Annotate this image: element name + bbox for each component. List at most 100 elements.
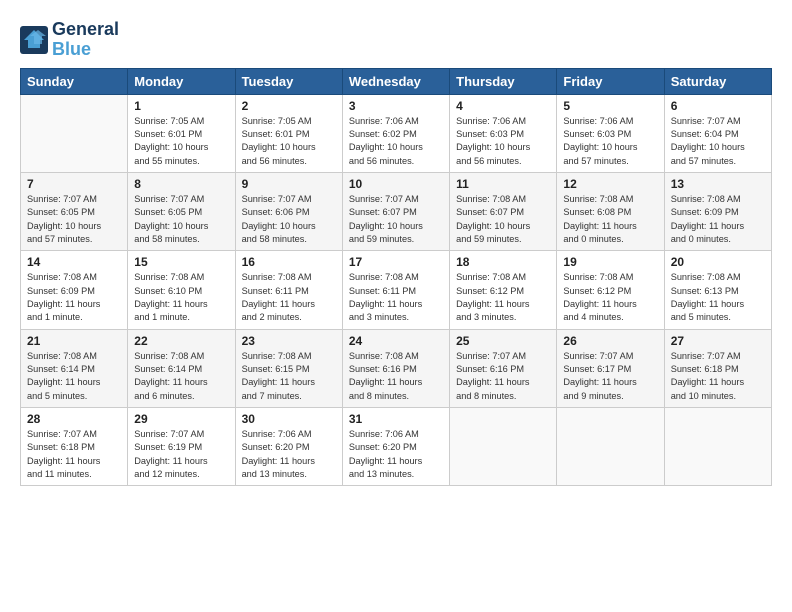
day-number: 22 [134, 334, 228, 348]
day-info: Sunrise: 7:06 AM Sunset: 6:20 PM Dayligh… [349, 428, 443, 481]
day-number: 4 [456, 99, 550, 113]
header: General Blue [20, 20, 772, 60]
day-number: 14 [27, 255, 121, 269]
day-number: 26 [563, 334, 657, 348]
day-info: Sunrise: 7:08 AM Sunset: 6:12 PM Dayligh… [563, 271, 657, 324]
day-number: 17 [349, 255, 443, 269]
day-cell: 10 Sunrise: 7:07 AM Sunset: 6:07 PM Dayli… [342, 172, 449, 250]
day-cell: 21Sunrise: 7:08 AM Sunset: 6:14 PM Dayli… [21, 329, 128, 407]
day-number: 29 [134, 412, 228, 426]
day-number: 27 [671, 334, 765, 348]
day-cell [21, 94, 128, 172]
day-info: Sunrise: 7:06 AM Sunset: 6:03 PM Dayligh… [456, 115, 550, 168]
day-cell: 17 Sunrise: 7:08 AM Sunset: 6:11 PM Dayli… [342, 251, 449, 329]
day-info: Sunrise: 7:08 AM Sunset: 6:08 PM Dayligh… [563, 193, 657, 246]
day-cell: 16 Sunrise: 7:08 AM Sunset: 6:11 PM Dayli… [235, 251, 342, 329]
day-cell: 4 Sunrise: 7:06 AM Sunset: 6:03 PM Daylig… [450, 94, 557, 172]
day-number: 31 [349, 412, 443, 426]
day-cell: 26 Sunrise: 7:07 AM Sunset: 6:17 PM Dayli… [557, 329, 664, 407]
day-info: Sunrise: 7:08 AM Sunset: 6:07 PM Dayligh… [456, 193, 550, 246]
day-cell: 31 Sunrise: 7:06 AM Sunset: 6:20 PM Dayli… [342, 408, 449, 486]
day-info: Sunrise: 7:08 AM Sunset: 6:16 PM Dayligh… [349, 350, 443, 403]
day-cell: 12 Sunrise: 7:08 AM Sunset: 6:08 PM Dayli… [557, 172, 664, 250]
day-info: Sunrise: 7:07 AM Sunset: 6:06 PM Dayligh… [242, 193, 336, 246]
day-cell: 7 Sunrise: 7:07 AM Sunset: 6:05 PM Daylig… [21, 172, 128, 250]
calendar-table: SundayMondayTuesdayWednesdayThursdayFrid… [20, 68, 772, 487]
day-cell: 15 Sunrise: 7:08 AM Sunset: 6:10 PM Dayli… [128, 251, 235, 329]
logo-text: General Blue [52, 20, 119, 60]
day-info: Sunrise: 7:06 AM Sunset: 6:20 PM Dayligh… [242, 428, 336, 481]
day-info: Sunrise: 7:08 AM Sunset: 6:13 PM Dayligh… [671, 271, 765, 324]
day-cell [664, 408, 771, 486]
day-number: 18 [456, 255, 550, 269]
weekday-header-wednesday: Wednesday [342, 68, 449, 94]
day-cell: 6 Sunrise: 7:07 AM Sunset: 6:04 PM Daylig… [664, 94, 771, 172]
day-number: 5 [563, 99, 657, 113]
day-info: Sunrise: 7:07 AM Sunset: 6:19 PM Dayligh… [134, 428, 228, 481]
day-info: Sunrise: 7:07 AM Sunset: 6:05 PM Dayligh… [134, 193, 228, 246]
day-number: 16 [242, 255, 336, 269]
week-row-2: 7 Sunrise: 7:07 AM Sunset: 6:05 PM Daylig… [21, 172, 772, 250]
weekday-header-sunday: Sunday [21, 68, 128, 94]
day-number: 23 [242, 334, 336, 348]
day-cell: 22 Sunrise: 7:08 AM Sunset: 6:14 PM Dayli… [128, 329, 235, 407]
day-cell: 28 Sunrise: 7:07 AM Sunset: 6:18 PM Dayli… [21, 408, 128, 486]
day-info: Sunrise: 7:06 AM Sunset: 6:03 PM Dayligh… [563, 115, 657, 168]
day-cell: 24 Sunrise: 7:08 AM Sunset: 6:16 PM Dayli… [342, 329, 449, 407]
day-cell [450, 408, 557, 486]
day-info: Sunrise: 7:07 AM Sunset: 6:07 PM Dayligh… [349, 193, 443, 246]
day-number: 25 [456, 334, 550, 348]
week-row-3: 14 Sunrise: 7:08 AM Sunset: 6:09 PM Dayli… [21, 251, 772, 329]
day-cell: 23 Sunrise: 7:08 AM Sunset: 6:15 PM Dayli… [235, 329, 342, 407]
day-cell: 19Sunrise: 7:08 AM Sunset: 6:12 PM Dayli… [557, 251, 664, 329]
day-info: Sunrise: 7:08 AM Sunset: 6:09 PM Dayligh… [671, 193, 765, 246]
day-number: 8 [134, 177, 228, 191]
weekday-header-saturday: Saturday [664, 68, 771, 94]
day-info: Sunrise: 7:06 AM Sunset: 6:02 PM Dayligh… [349, 115, 443, 168]
day-info: Sunrise: 7:07 AM Sunset: 6:16 PM Dayligh… [456, 350, 550, 403]
logo-icon [20, 26, 48, 54]
day-cell: 1Sunrise: 7:05 AM Sunset: 6:01 PM Daylig… [128, 94, 235, 172]
day-number: 21 [27, 334, 121, 348]
day-cell [557, 408, 664, 486]
weekday-header-tuesday: Tuesday [235, 68, 342, 94]
day-cell: 25 Sunrise: 7:07 AM Sunset: 6:16 PM Dayli… [450, 329, 557, 407]
day-number: 15 [134, 255, 228, 269]
day-info: Sunrise: 7:08 AM Sunset: 6:14 PM Dayligh… [134, 350, 228, 403]
day-cell: 29 Sunrise: 7:07 AM Sunset: 6:19 PM Dayli… [128, 408, 235, 486]
day-info: Sunrise: 7:08 AM Sunset: 6:12 PM Dayligh… [456, 271, 550, 324]
weekday-header-monday: Monday [128, 68, 235, 94]
day-info: Sunrise: 7:08 AM Sunset: 6:09 PM Dayligh… [27, 271, 121, 324]
day-cell: 20 Sunrise: 7:08 AM Sunset: 6:13 PM Dayli… [664, 251, 771, 329]
day-number: 7 [27, 177, 121, 191]
day-number: 10 [349, 177, 443, 191]
day-info: Sunrise: 7:07 AM Sunset: 6:17 PM Dayligh… [563, 350, 657, 403]
day-cell: 14 Sunrise: 7:08 AM Sunset: 6:09 PM Dayli… [21, 251, 128, 329]
day-info: Sunrise: 7:07 AM Sunset: 6:18 PM Dayligh… [671, 350, 765, 403]
day-number: 3 [349, 99, 443, 113]
day-cell: 13 Sunrise: 7:08 AM Sunset: 6:09 PM Dayli… [664, 172, 771, 250]
day-number: 24 [349, 334, 443, 348]
day-cell: 3 Sunrise: 7:06 AM Sunset: 6:02 PM Daylig… [342, 94, 449, 172]
day-number: 28 [27, 412, 121, 426]
week-row-1: 1Sunrise: 7:05 AM Sunset: 6:01 PM Daylig… [21, 94, 772, 172]
day-info: Sunrise: 7:07 AM Sunset: 6:18 PM Dayligh… [27, 428, 121, 481]
day-number: 12 [563, 177, 657, 191]
weekday-header-friday: Friday [557, 68, 664, 94]
day-cell: 2Sunrise: 7:05 AM Sunset: 6:01 PM Daylig… [235, 94, 342, 172]
day-cell: 11Sunrise: 7:08 AM Sunset: 6:07 PM Dayli… [450, 172, 557, 250]
day-info: Sunrise: 7:08 AM Sunset: 6:10 PM Dayligh… [134, 271, 228, 324]
day-number: 1 [134, 99, 228, 113]
day-number: 6 [671, 99, 765, 113]
day-cell: 8 Sunrise: 7:07 AM Sunset: 6:05 PM Daylig… [128, 172, 235, 250]
day-info: Sunrise: 7:07 AM Sunset: 6:04 PM Dayligh… [671, 115, 765, 168]
page: General Blue SundayMondayTuesdayWednesda… [0, 0, 792, 496]
day-cell: 18 Sunrise: 7:08 AM Sunset: 6:12 PM Dayli… [450, 251, 557, 329]
week-row-4: 21 Sunrise: 7:08 AM Sunset: 6:14 PM Dayli… [21, 329, 772, 407]
day-info: Sunrise: 7:08 AM Sunset: 6:15 PM Dayligh… [242, 350, 336, 403]
day-info: Sunrise: 7:08 AM Sunset: 6:11 PM Dayligh… [242, 271, 336, 324]
day-number: 13 [671, 177, 765, 191]
day-info: Sunrise: 7:07 AM Sunset: 6:05 PM Dayligh… [27, 193, 121, 246]
day-number: 20 [671, 255, 765, 269]
day-info: Sunrise: 7:08 AM Sunset: 6:11 PM Dayligh… [349, 271, 443, 324]
